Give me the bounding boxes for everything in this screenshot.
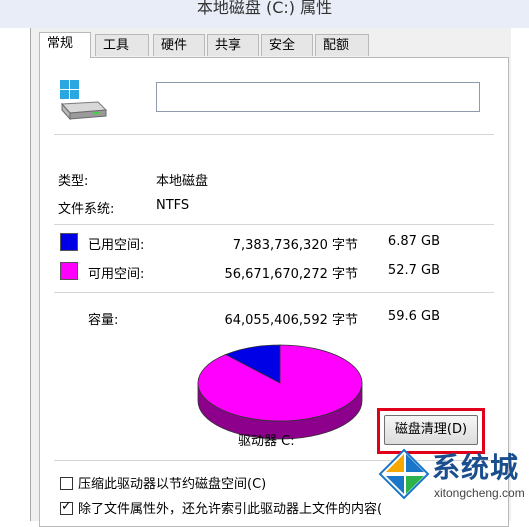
used-space-label: 已用空间: <box>88 238 145 253</box>
watermark-url: xitongcheng.com <box>434 486 525 500</box>
tab-quota[interactable]: 配额 <box>315 34 369 56</box>
free-space-bytes: 56,671,670,272 字节 <box>224 267 358 282</box>
used-space-swatch <box>60 233 78 251</box>
type-label: 类型: <box>58 174 89 189</box>
separator <box>54 134 494 135</box>
filesystem-label: 文件系统: <box>58 202 115 217</box>
free-space-swatch <box>60 262 78 280</box>
site-logo-icon <box>378 448 430 500</box>
capacity-label: 容量: <box>88 313 119 328</box>
separator <box>54 224 494 225</box>
compress-option[interactable]: 压缩此驱动器以节约磁盘空间(C) <box>60 473 266 492</box>
free-space-size: 52.7 GB <box>387 263 440 278</box>
capacity-size: 59.6 GB <box>387 309 440 324</box>
type-value: 本地磁盘 <box>156 174 209 189</box>
used-space-size: 6.87 GB <box>387 234 440 249</box>
filesystem-value: NTFS <box>156 198 190 213</box>
drive-name-input[interactable] <box>156 82 480 112</box>
compress-checkbox[interactable] <box>60 477 73 490</box>
compress-label: 压缩此驱动器以节约磁盘空间(C) <box>78 477 267 492</box>
tab-sharing[interactable]: 共享 <box>207 34 259 56</box>
watermark-text: 系统城 <box>432 451 520 484</box>
watermark: 系统城 xitongcheng.com <box>372 440 525 518</box>
index-label: 除了文件属性外，还允许索引此驱动器上文件的内容( <box>78 502 383 517</box>
index-checkbox[interactable] <box>60 499 73 515</box>
tab-security[interactable]: 安全 <box>261 34 313 56</box>
tab-general[interactable]: 常规 <box>39 32 91 58</box>
drive-icon <box>60 80 108 120</box>
title-bar: 本地磁盘 (C:) 属性 <box>0 0 529 28</box>
used-space-bytes: 7,383,736,320 字节 <box>232 238 358 253</box>
pie-slice-free <box>197 344 363 422</box>
window-title: 本地磁盘 (C:) 属性 <box>196 0 333 17</box>
drive-letter-label: 驱动器 C: <box>238 434 295 449</box>
capacity-bytes: 64,055,406,592 字节 <box>224 313 358 328</box>
index-option[interactable]: 除了文件属性外，还允许索引此驱动器上文件的内容( <box>60 498 382 517</box>
separator <box>54 292 494 293</box>
free-space-label: 可用空间: <box>88 267 145 282</box>
tab-hardware[interactable]: 硬件 <box>153 34 205 56</box>
tab-tools[interactable]: 工具 <box>95 34 149 56</box>
